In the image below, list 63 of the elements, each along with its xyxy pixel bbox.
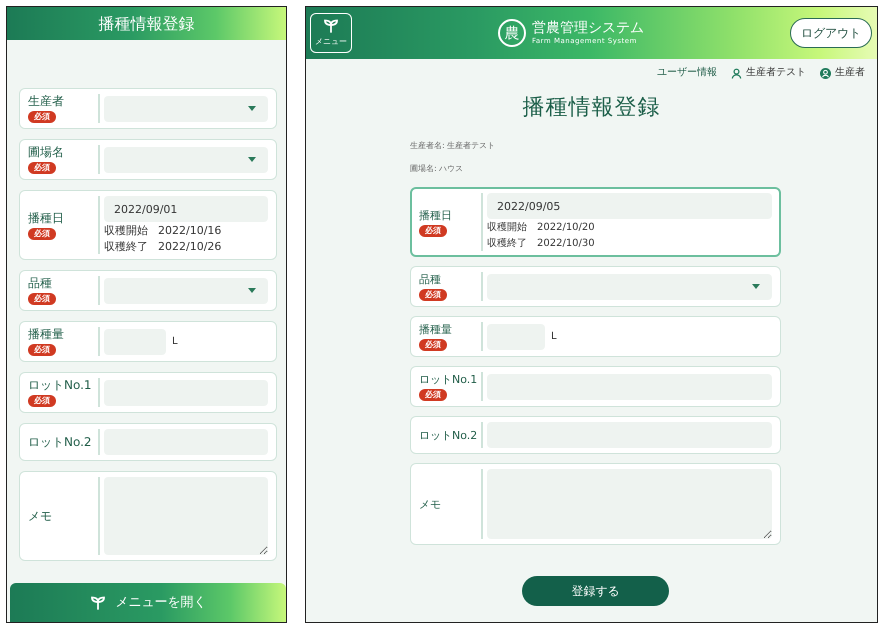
required-badge: 必須 [419, 389, 447, 401]
required-badge: 必須 [28, 395, 56, 407]
user-name: 生産者 [835, 67, 865, 79]
select-field[interactable] [104, 278, 268, 304]
field-label: 播種量 [419, 322, 453, 337]
open-menu-button[interactable]: メニューを開く [10, 583, 286, 622]
info-text: 生産者名: 生産者テスト [410, 141, 496, 150]
select-field[interactable] [104, 146, 268, 172]
user-circle-icon [820, 68, 831, 78]
harvest-label: 収穫終了 [487, 237, 527, 251]
memo-field[interactable] [487, 469, 772, 539]
field-label: 播種日 [419, 208, 453, 222]
user-name: 生産者テスト [746, 67, 806, 79]
register-button[interactable]: 登録する [522, 576, 669, 606]
user-info-link[interactable]: ユーザー情報 [657, 67, 717, 79]
caret-icon [248, 288, 256, 293]
required-badge: 必須 [419, 289, 447, 301]
info-text: 圃場名: ハウス [410, 164, 464, 173]
field-label: ロットNo.1 [28, 378, 93, 393]
header-title: 播種情報登録 [7, 7, 286, 40]
field-label: ロットNo.1 [419, 372, 477, 387]
required-badge: 必須 [419, 224, 447, 236]
caret-icon [248, 157, 256, 162]
menu-button[interactable]: メニュー [310, 13, 352, 53]
required-badge: 必須 [28, 293, 56, 305]
harvest-date: 2022/10/16 [158, 224, 222, 238]
field-label: ロットNo.2 [28, 434, 93, 450]
page-title: 播種情報登録 [522, 95, 662, 121]
user-icon [731, 68, 742, 78]
unit-label: L [172, 336, 178, 348]
harvest-label: 収穫終了 [104, 240, 148, 254]
harvest-label: 収穫開始 [487, 221, 527, 235]
logo-mark: 農 [498, 19, 526, 47]
caret-icon [248, 106, 256, 111]
field-label: メモ [28, 508, 53, 524]
required-badge: 必須 [28, 111, 56, 123]
field-label: ロットNo.2 [419, 428, 477, 442]
field-label: 品種 [28, 276, 53, 291]
unit-label: L [551, 330, 557, 342]
harvest-date: 2022/10/20 [537, 221, 595, 235]
select-field[interactable] [487, 274, 772, 300]
harvest-label: 収穫開始 [104, 224, 148, 238]
field-label: 播種日 [28, 210, 65, 226]
required-badge: 必須 [28, 344, 56, 356]
field-label: 品種 [419, 272, 442, 287]
caret-icon [752, 284, 760, 289]
required-badge: 必須 [419, 339, 447, 351]
field-label: 生産者 [28, 94, 65, 109]
sprout-icon [323, 19, 339, 34]
select-field[interactable] [104, 96, 268, 122]
required-badge: 必須 [28, 162, 56, 174]
logout-button[interactable]: ログアウト [790, 18, 872, 48]
field-label: 播種量 [28, 327, 65, 342]
required-badge: 必須 [28, 228, 56, 240]
field-label: 圃場名 [28, 145, 65, 160]
date-field[interactable]: 2022/09/01 [104, 196, 268, 222]
memo-field[interactable] [104, 477, 268, 555]
sprout-icon [90, 596, 106, 610]
harvest-date: 2022/10/26 [158, 240, 222, 254]
app-name: 営農管理システム [532, 21, 644, 36]
harvest-date: 2022/10/30 [537, 237, 595, 251]
date-field[interactable]: 2022/09/05 [487, 193, 772, 219]
field-label: メモ [419, 496, 442, 512]
